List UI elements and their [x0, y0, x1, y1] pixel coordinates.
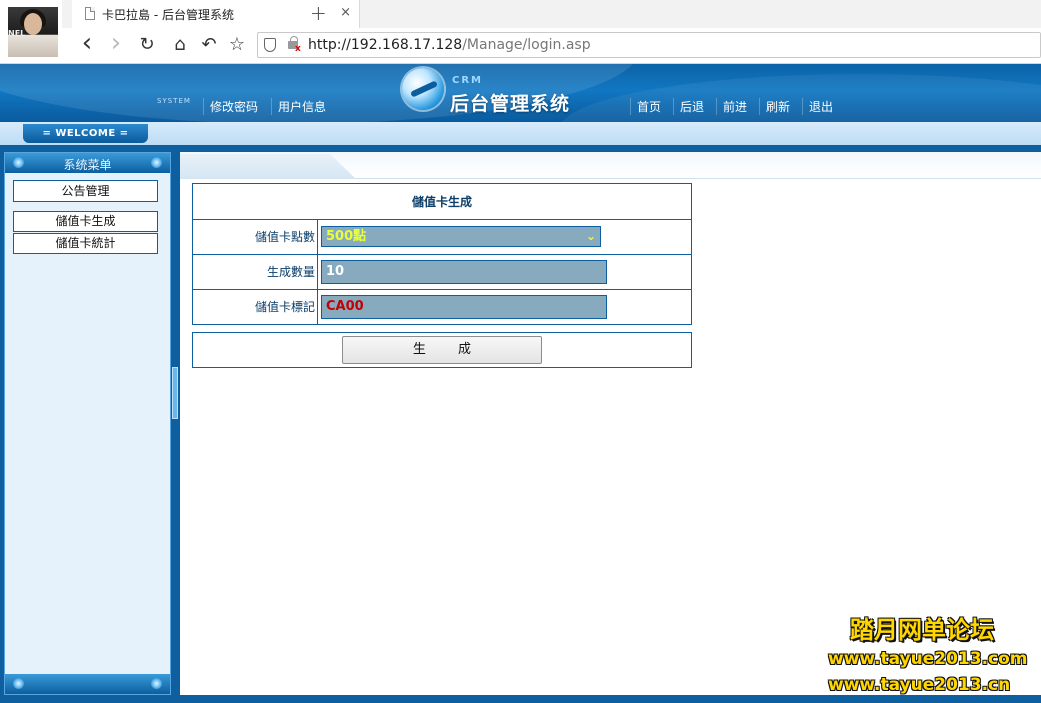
- back-icon[interactable]: ‹: [76, 30, 98, 56]
- profile-avatar[interactable]: NEL: [8, 7, 58, 57]
- reload-icon[interactable]: ↻: [136, 34, 158, 56]
- form-row-mark: 儲值卡標記 CA00: [193, 289, 691, 324]
- logo-title: 后台管理系统: [450, 93, 571, 115]
- quantity-cell: 10: [318, 255, 691, 289]
- nav-logout-link[interactable]: 退出: [802, 98, 839, 115]
- forum-watermark: 踏月网单论坛 www.tayue2013.com www.tayue2013.c…: [812, 608, 1041, 703]
- avatar-face: [24, 13, 42, 35]
- card-generate-form: 儲值卡生成 儲值卡點數 500點 ⌄ 生成數量 10 儲值卡標記 CA00: [192, 183, 692, 325]
- points-label: 儲值卡點數: [193, 220, 318, 254]
- avatar-text: NEL: [8, 29, 26, 38]
- mark-label: 儲值卡標記: [193, 290, 318, 324]
- points-select[interactable]: 500點 ⌄: [321, 226, 601, 247]
- points-cell: 500點 ⌄: [318, 220, 691, 254]
- sidebar-panel: 系统菜单 公告管理 儲值卡生成 儲值卡統計: [4, 152, 171, 695]
- new-tab-button[interactable]: +: [310, 1, 327, 25]
- crm-logo-icon: [402, 68, 444, 110]
- tab-close-icon[interactable]: ×: [340, 5, 351, 20]
- quantity-label: 生成數量: [193, 255, 318, 289]
- browser-toolbar: ‹ › ↻ ⌂ ↶ ☆ x http://192.168.17.128/Mana…: [62, 28, 1041, 62]
- submit-row: 生 成: [192, 332, 692, 368]
- points-select-value: 500點: [326, 229, 367, 244]
- logo-crm-text: CRM: [452, 75, 483, 86]
- watermark-title: 踏月网单论坛: [850, 616, 994, 644]
- watermark-url-cn: www.tayue2013.cn: [828, 675, 1011, 695]
- circle-dot-icon: [151, 157, 162, 168]
- sidebar-item-card-generate[interactable]: 儲值卡生成: [13, 211, 158, 232]
- sidebar-item-card-stats[interactable]: 儲值卡統計: [13, 233, 158, 254]
- address-url[interactable]: http://192.168.17.128/Manage/login.asp: [308, 37, 591, 53]
- nav-home-link[interactable]: 首页: [630, 98, 667, 115]
- sidebar-header: 系统菜单: [5, 153, 170, 173]
- nav-back-link[interactable]: 后退: [673, 98, 710, 115]
- url-host: http://192.168.17.128: [308, 37, 463, 53]
- doc-icon: [85, 7, 95, 20]
- mark-cell: CA00: [318, 290, 691, 324]
- home-icon[interactable]: ⌂: [169, 34, 191, 56]
- circle-dot-icon: [13, 678, 24, 689]
- circle-dot-icon: [151, 678, 162, 689]
- form-row-quantity: 生成數量 10: [193, 254, 691, 289]
- generate-button[interactable]: 生 成: [342, 336, 542, 364]
- forward-icon[interactable]: ›: [105, 30, 127, 56]
- nav-forward-link[interactable]: 前进: [716, 98, 753, 115]
- browser-chrome: NEL 卡巴拉島 - 后台管理系统 × + ‹ › ↻ ⌂ ↶ ☆ x http…: [0, 0, 1041, 64]
- watermark-url-com: www.tayue2013.com: [828, 649, 1028, 669]
- content-tab-bar: [180, 152, 1041, 179]
- admin-header: SYSTEM 修改密码 用户信息 CRM 后台管理系统 首页 后退 前进 刷新 …: [0, 64, 1041, 122]
- form-row-points: 儲值卡點數 500點 ⌄: [193, 219, 691, 254]
- nav-refresh-link[interactable]: 刷新: [759, 98, 796, 115]
- system-label: SYSTEM: [157, 97, 191, 105]
- form-title: 儲值卡生成: [411, 195, 472, 209]
- url-path: /Manage/login.asp: [462, 37, 591, 53]
- undo-icon[interactable]: ↶: [198, 34, 220, 56]
- content-tab-shape: [180, 154, 356, 179]
- insecure-x-icon: x: [295, 44, 301, 54]
- change-password-link[interactable]: 修改密码: [203, 98, 264, 115]
- welcome-bar: = WELCOME =: [0, 122, 1041, 148]
- frame-splitter[interactable]: [171, 152, 179, 695]
- sidebar-title: 系统菜单: [63, 158, 112, 172]
- shield-icon[interactable]: [264, 38, 276, 52]
- address-bar[interactable]: x http://192.168.17.128/Manage/login.asp: [257, 32, 1041, 58]
- chevron-down-icon[interactable]: ⌄: [586, 227, 596, 246]
- bookmark-star-icon[interactable]: ☆: [226, 34, 248, 56]
- user-info-link[interactable]: 用户信息: [271, 98, 332, 115]
- quantity-input[interactable]: 10: [321, 260, 607, 284]
- sidebar-footer: [5, 674, 170, 694]
- sidebar-item-announcement[interactable]: 公告管理: [13, 180, 158, 202]
- tab-strip: 卡巴拉島 - 后台管理系统 × +: [62, 0, 1041, 28]
- welcome-label: = WELCOME =: [23, 124, 148, 143]
- tab-title: 卡巴拉島 - 后台管理系统: [102, 8, 234, 22]
- mark-input[interactable]: CA00: [321, 295, 607, 319]
- splitter-grip[interactable]: [172, 367, 178, 419]
